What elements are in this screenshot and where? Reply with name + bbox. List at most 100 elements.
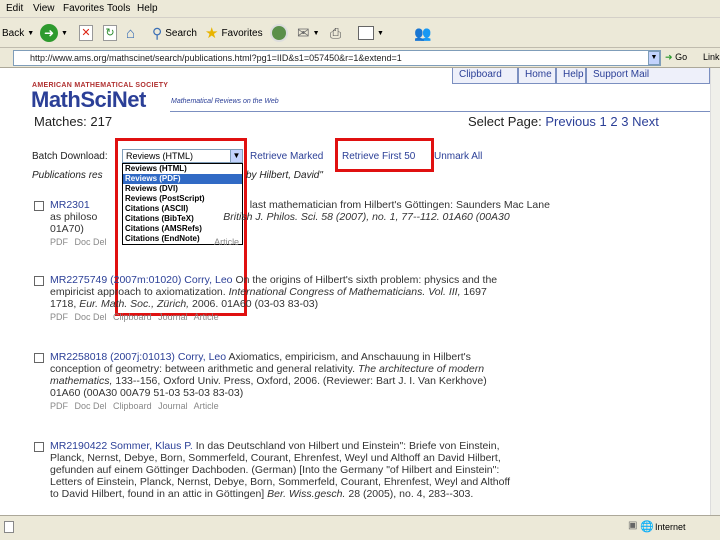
- article-link[interactable]: Article: [214, 237, 239, 247]
- entry-links: PDF Doc Del Clipboard Journal Article: [50, 400, 678, 412]
- zone-label: Internet: [655, 522, 686, 532]
- unmark-all-button[interactable]: Unmark All: [434, 151, 482, 162]
- mail-button[interactable]: ✉ ▼: [297, 22, 320, 44]
- vertical-scrollbar[interactable]: [710, 68, 720, 515]
- mr-link[interactable]: MR2190422: [50, 440, 107, 452]
- address-url: http://www.ams.org/mathscinet/search/pub…: [30, 53, 402, 63]
- entry-line: 133--156, Oxford Univ. Press, Oxford, 20…: [115, 375, 487, 387]
- edit-button[interactable]: ▼: [358, 22, 384, 44]
- pdf-link[interactable]: PDF: [50, 401, 68, 411]
- star-icon: ★: [205, 25, 219, 42]
- article-link[interactable]: Article: [194, 312, 219, 322]
- search-label: Search: [165, 27, 197, 39]
- edit-icon: [358, 26, 374, 40]
- mark-checkbox[interactable]: [34, 201, 44, 211]
- go-button[interactable]: ➜ Go: [665, 52, 687, 63]
- pdf-link[interactable]: PDF: [50, 237, 68, 247]
- messenger-button[interactable]: 👥: [414, 22, 431, 44]
- nav-clipboard[interactable]: Clipboard: [452, 68, 518, 84]
- page-icon: [4, 521, 14, 533]
- refresh-icon: ↻: [103, 25, 117, 41]
- author-link[interactable]: Corry, Leo: [184, 274, 232, 286]
- entry-line: as philoso: [50, 211, 98, 223]
- menu-favorites[interactable]: Favorites: [63, 3, 104, 14]
- entry-classification: 2006. 01A60 (03-03 83-03): [192, 298, 319, 310]
- entry-line: 28 (2005), no. 4, 283--303.: [348, 488, 474, 500]
- publications-header-left: Publications res: [32, 170, 103, 181]
- page-2-link[interactable]: 2: [610, 114, 617, 129]
- go-label: Go: [675, 52, 688, 62]
- favorites-label: Favorites: [221, 27, 263, 39]
- messenger-icon: 👥: [414, 24, 432, 41]
- history-icon: [270, 24, 288, 42]
- clipboard-link[interactable]: Clipboard: [113, 401, 152, 411]
- entry-journal: British J. Philos. Sci. 58 (2007), no. 1…: [223, 211, 510, 223]
- doc-del-link[interactable]: Doc Del: [75, 401, 107, 411]
- author-link[interactable]: Corry, Leo: [178, 351, 226, 363]
- dropdown-arrow-icon[interactable]: ▼: [648, 51, 660, 65]
- nav-home[interactable]: Home: [518, 68, 556, 84]
- refresh-button[interactable]: ↻: [103, 22, 117, 44]
- entry-classification: 01A60 (00A30 00A79 51-03 53-03 83-03): [50, 387, 244, 399]
- entry-text: MR2275749 (2007m:01020) Corry, Leo On th…: [50, 274, 678, 323]
- journal-link[interactable]: Journal: [158, 401, 188, 411]
- pdf-link[interactable]: PDF: [50, 312, 68, 322]
- mark-checkbox[interactable]: [34, 353, 44, 363]
- search-button[interactable]: ⚲ Search: [152, 22, 197, 44]
- clipboard-link[interactable]: Clipboard: [113, 312, 152, 322]
- links-label[interactable]: Links: [703, 52, 720, 62]
- previous-link[interactable]: Previous: [545, 114, 596, 129]
- entry-line: to David Hilbert, found in an attic in G…: [50, 488, 265, 500]
- journal-link[interactable]: Journal: [158, 312, 188, 322]
- select-page-label: Select Page:: [468, 114, 542, 129]
- retrieve-marked-button[interactable]: Retrieve Marked: [250, 151, 323, 162]
- page-3-link[interactable]: 3: [621, 114, 628, 129]
- publications-header-right: by Hilbert, David": [246, 170, 323, 181]
- chevron-down-icon: ▼: [377, 29, 384, 37]
- nav-help[interactable]: Help: [556, 68, 586, 84]
- menu-bar: Edit View Favorites Tools Help: [0, 0, 720, 18]
- entry-line: Letters of Einstein, Planck, Nernst, Deb…: [50, 476, 511, 488]
- entry-journal: Ber. Wiss.gesch.: [267, 488, 346, 500]
- menu-tools[interactable]: Tools: [107, 3, 130, 14]
- menu-edit[interactable]: Edit: [6, 3, 23, 14]
- address-input[interactable]: http://www.ams.org/mathscinet/search/pub…: [13, 50, 661, 66]
- history-button[interactable]: [270, 22, 288, 44]
- menu-help[interactable]: Help: [137, 3, 158, 14]
- entry-title: On the origins of Hilbert's sixth proble…: [235, 274, 498, 286]
- doc-del-link[interactable]: Doc Del: [75, 312, 107, 322]
- chevron-down-icon: ▼: [312, 29, 320, 37]
- nav-support-mail[interactable]: Support Mail: [586, 68, 710, 84]
- mr-link[interactable]: MR2301: [50, 199, 90, 211]
- author-link[interactable]: Sommer, Klaus P.: [110, 440, 193, 452]
- menu-view[interactable]: View: [33, 3, 55, 14]
- entry-book: mathematics,: [50, 375, 113, 387]
- home-icon: ⌂: [126, 24, 136, 42]
- entry-publisher: Eur. Math. Soc., Zürich,: [79, 298, 190, 310]
- entry-links: PDF Doc Del Clipboard Journal Article: [50, 311, 678, 323]
- entry-text: MR2190422 Sommer, Klaus P. In das Deutsc…: [50, 440, 678, 500]
- mark-checkbox[interactable]: [34, 442, 44, 452]
- forward-button[interactable]: ➜ ▼: [40, 22, 68, 44]
- back-label: Back: [2, 27, 25, 39]
- status-bar: ▣ 🌐 Internet: [0, 515, 720, 540]
- browser-toolbar: Back ▼ ➜ ▼ ✕ ↻ ⌂ ⚲ Search ★ Favorites ✉ …: [0, 18, 720, 48]
- entry-classification: 01A70): [50, 223, 84, 235]
- print-button[interactable]: ⎙: [330, 22, 341, 44]
- page-1-link[interactable]: 1: [600, 114, 607, 129]
- favorites-button[interactable]: ★ Favorites: [205, 22, 263, 44]
- doc-del-link[interactable]: Doc Del: [75, 237, 107, 247]
- entry-line: empiricist approach to axiomatization.: [50, 286, 226, 298]
- tagline: Mathematical Reviews on the Web: [171, 98, 279, 105]
- next-link[interactable]: Next: [632, 114, 659, 129]
- mr-link[interactable]: MR2258018 (2007j:01013): [50, 351, 175, 363]
- search-icon: ⚲: [152, 24, 163, 41]
- mathscinet-logo[interactable]: MathSciNet: [31, 87, 146, 113]
- mark-checkbox[interactable]: [34, 276, 44, 286]
- print-icon: ⎙: [330, 24, 342, 41]
- back-button[interactable]: Back ▼: [2, 22, 34, 44]
- article-link[interactable]: Article: [194, 401, 219, 411]
- home-button[interactable]: ⌂: [126, 22, 135, 44]
- mr-link[interactable]: MR2275749 (2007m:01020): [50, 274, 181, 286]
- stop-button[interactable]: ✕: [79, 22, 93, 44]
